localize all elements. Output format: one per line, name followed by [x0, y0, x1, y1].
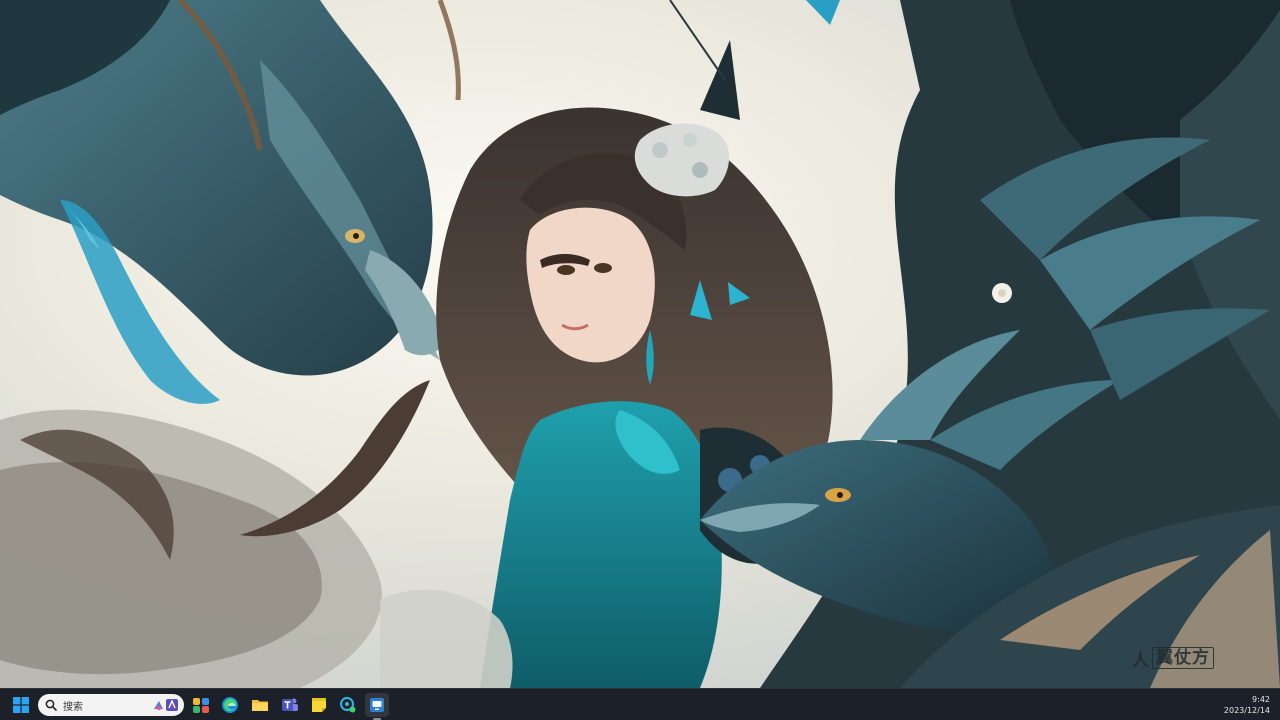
search-placeholder: 搜索: [63, 701, 83, 713]
start-icon: [13, 697, 29, 713]
active-app-button[interactable]: [365, 693, 389, 720]
taskbar: 搜索 9:42 2023/12/14: [0, 688, 1280, 720]
sticky-notes-button[interactable]: [307, 693, 331, 717]
search-icon: [44, 698, 58, 712]
search-highlight-icon[interactable]: [149, 696, 181, 714]
sticky-notes-icon: [312, 698, 326, 712]
widgets-icon: [193, 698, 209, 713]
chat-app-icon: [340, 697, 356, 713]
start-button[interactable]: [9, 693, 33, 717]
watermark-text: 翼仗方: [1152, 647, 1214, 669]
active-app-icon: [370, 698, 384, 712]
file-explorer-button[interactable]: [248, 693, 272, 717]
clock-time: 9:42: [1252, 695, 1270, 704]
desktop[interactable]: 人 翼仗方: [0, 0, 1280, 688]
file-explorer-icon: [252, 700, 268, 711]
widgets-button[interactable]: [189, 693, 213, 717]
clock-date: 2023/12/14: [1223, 706, 1270, 715]
edge-icon: [222, 697, 238, 713]
teams-icon: [282, 698, 298, 711]
chat-app-button[interactable]: [336, 693, 360, 717]
watermark-mark: 人: [1132, 650, 1150, 671]
wallpaper-watermark: 人 翼仗方: [1132, 646, 1214, 671]
system-clock[interactable]: 9:42 2023/12/14: [1224, 694, 1270, 716]
edge-button[interactable]: [218, 693, 242, 717]
search-box[interactable]: 搜索: [38, 694, 184, 716]
wallpaper-image: [0, 0, 1280, 688]
teams-button[interactable]: [278, 693, 302, 717]
